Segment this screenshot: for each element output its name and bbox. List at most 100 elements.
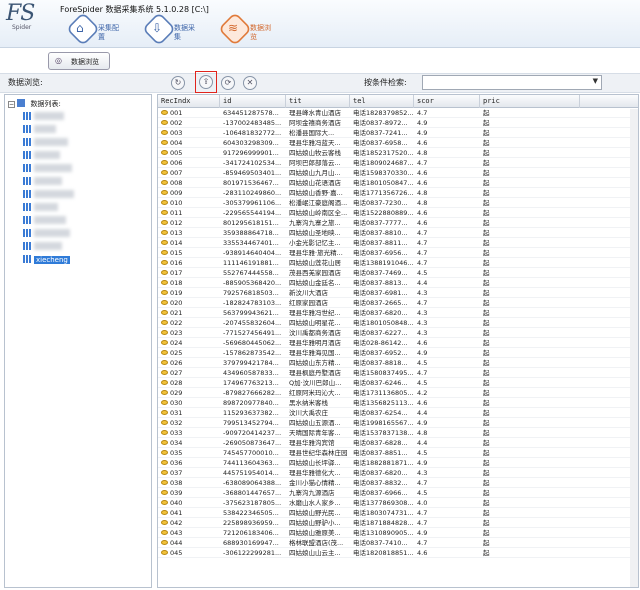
column-header[interactable]: pric <box>480 95 580 108</box>
tree-item[interactable] <box>23 228 70 240</box>
table-row[interactable]: 005 917296999901... 四姑娘山牧云客栈 电话1852317520..… <box>158 148 638 158</box>
table-cell: 起 <box>483 279 490 287</box>
table-row[interactable]: 038 -638089064388... 金川小猫心情精... 电话0837-8832… <box>158 478 638 488</box>
data-browse-tab[interactable]: ◎ 数据浏览 <box>48 52 110 70</box>
table-row[interactable]: 010 -305379961106... 松潘岷江豪庭阁酒... 电话0837-723… <box>158 198 638 208</box>
table-row[interactable]: 020 -182824783103... 红原家园酒店 电话0837-2665... 4… <box>158 298 638 308</box>
table-row[interactable]: 016 111146191881... 四姑娘山莲花山居 电话1388191046..… <box>158 258 638 268</box>
table-cell: 4.9 <box>417 529 428 537</box>
table-row[interactable]: 031 115293637382... 汶川大禹农庄 电话0837-6254... 4.… <box>158 408 638 418</box>
table-row[interactable]: 029 -879827666282... 红原阿米玛沁大... 电话173113680… <box>158 388 638 398</box>
table-row[interactable]: 037 445751954014... 理县华雅德化大... 电话0837-6820.… <box>158 468 638 478</box>
table-cell: 4.3 <box>417 469 428 477</box>
table-cell: 013 <box>158 228 220 238</box>
tree-item[interactable] <box>23 124 56 136</box>
column-header[interactable]: RecIndx <box>158 95 220 108</box>
tree-item[interactable]: xiecheng <box>23 254 70 266</box>
vertical-scrollbar[interactable] <box>630 109 638 587</box>
refresh-icon[interactable]: ↻ <box>171 76 185 90</box>
table-row[interactable]: 023 -771527456491... 汶川禹都商务酒店 电话0837-6227..… <box>158 328 638 338</box>
column-header[interactable]: scor <box>414 95 480 108</box>
table-row[interactable]: 034 -269050873647... 理县华雅沟宾馆 电话0837-6828...… <box>158 438 638 448</box>
table-row[interactable]: 001 634451287578... 理县峰水青山酒店 电话1828379852..… <box>158 108 638 118</box>
table-row[interactable]: 043 721206183406... 四姑娘山雅原美... 电话1310890905… <box>158 528 638 538</box>
collapse-icon[interactable]: − <box>8 101 15 108</box>
table-cell: 4.6 <box>417 219 428 227</box>
export-button[interactable]: ⇪ <box>195 71 217 93</box>
tree-item[interactable] <box>23 202 58 214</box>
table-cell: 792576818503... <box>223 289 279 297</box>
table-cell: -885905368420... <box>223 279 282 287</box>
table-row[interactable]: 032 799513452794... 四姑娘山五源酒... 电话1998165567… <box>158 418 638 428</box>
table-row[interactable]: 036 744113604363... 四姑娘山长坪驿... 电话1882881871… <box>158 458 638 468</box>
table-row[interactable]: 041 538422346505... 四姑娘山野光民... 电话1803074731… <box>158 508 638 518</box>
sync-icon[interactable]: ⟳ <box>221 76 235 90</box>
table-cell: 九寨沟九寨之旅... <box>289 219 341 227</box>
table-row[interactable]: 039 -368801447657... 九寨沟九源酒店 电话0837-6966...… <box>158 488 638 498</box>
table-cell: 4.3 <box>417 319 428 327</box>
browse-button[interactable]: ≋ 数据浏览 <box>218 12 284 46</box>
crawl-button[interactable]: ⇩ 数据采集 <box>142 12 208 46</box>
table-cell: 电话0837-7241... <box>353 129 408 137</box>
tree-item[interactable] <box>23 111 64 123</box>
tree-item[interactable] <box>23 215 66 227</box>
table-row[interactable]: 009 -283110249860... 四姑娘山香野·嘉... 电话17713567… <box>158 188 638 198</box>
tree-item[interactable] <box>23 137 68 149</box>
table-row[interactable]: 045 -306122299281... 四姑娘山山云主... 电话182081885… <box>158 548 638 558</box>
table-cell: 电话1356825113... <box>353 399 414 407</box>
table-cell: 006 <box>158 158 220 168</box>
table-row[interactable]: 008 801971536467... 四姑娘山花语酒店 电话1801050847..… <box>158 178 638 188</box>
table-row[interactable]: 002 -137002483485... 阿坝金禧商务酒店 电话0837-8972..… <box>158 118 638 128</box>
tree-item[interactable] <box>23 189 74 201</box>
table-row[interactable]: 011 -229565544194... 四姑娘山岭南区全... 电话15228808… <box>158 208 638 218</box>
table-cell: 4.6 <box>417 169 428 177</box>
table-row[interactable]: 044 688930169947... 格林联盟酒店(茂... 电话0837-7410… <box>158 538 638 548</box>
table-cell: 电话0837-6966... <box>353 489 408 497</box>
tree-item[interactable] <box>23 241 62 253</box>
tree-item[interactable] <box>23 163 72 175</box>
table-cell: -306122299281... <box>223 549 282 557</box>
table-cell: 电话0837-8832... <box>353 479 408 487</box>
table-row[interactable]: 025 -157862873542... 理县华雅海见国... 电话0837-6952… <box>158 348 638 358</box>
table-row[interactable]: 028 174967763213... Q加·汶川巴郎山... 电话0837-6246… <box>158 378 638 388</box>
column-header[interactable]: id <box>220 95 286 108</box>
record-icon <box>161 360 168 365</box>
tree-item[interactable] <box>23 150 60 162</box>
delete-icon[interactable]: ✕ <box>243 76 257 90</box>
config-button[interactable]: ⌂ 采集配置 <box>66 12 132 46</box>
table-cell: -229565544194... <box>223 209 282 217</box>
table-row[interactable]: 040 -375623187805... 水磨山水人家乡... 电话137786930… <box>158 498 638 508</box>
table-row[interactable]: 019 792576818503... 新汶川大酒店 电话0837-6981... 4.… <box>158 288 638 298</box>
search-dropdown[interactable]: ▼ <box>422 75 602 90</box>
tree-item[interactable] <box>23 176 62 188</box>
table-cell: 225898936959... <box>223 519 279 527</box>
record-icon <box>161 430 168 435</box>
table-row[interactable]: 015 -938914640404... 理县华雅·旅光精... 电话0837-695… <box>158 248 638 258</box>
column-header[interactable]: tit <box>286 95 350 108</box>
table-cell: 040 <box>158 498 220 508</box>
table-row[interactable]: 004 604303298309... 理县华雅冯蓝天... 电话0837-6958.… <box>158 138 638 148</box>
table-row[interactable]: 014 335534467401... 小金光影记忆主... 电话0837-8811.… <box>158 238 638 248</box>
table-row[interactable]: 013 359388864718... 四姑娘山圣地映... 电话0837-8810.… <box>158 228 638 238</box>
table-row[interactable]: 042 225898936959... 四姑娘山野驴小... 电话1871884828… <box>158 518 638 528</box>
table-cell: 起 <box>483 319 490 327</box>
table-cell: 起 <box>483 429 490 437</box>
table-row[interactable]: 018 -885905368420... 四姑娘山金廷名... 电话0837-8813… <box>158 278 638 288</box>
table-cell: 起 <box>483 179 490 187</box>
column-header[interactable]: tel <box>350 95 414 108</box>
table-row[interactable]: 003 -106481832772... 松潘县国际大... 电话0837-7241.… <box>158 128 638 138</box>
table-row[interactable]: 012 801295618151... 九寨沟九寨之旅... 电话0837-7777.… <box>158 218 638 228</box>
table-row[interactable]: 030 898720977840... 黑水纳米客栈 电话1356825113... 4… <box>158 398 638 408</box>
table-row[interactable]: 035 745457700010... 理县世纪华森林庄园 电话0837-8851..… <box>158 448 638 458</box>
table-row[interactable]: 027 434960587833... 理县枫庭丹墅酒店 电话1580837495..… <box>158 368 638 378</box>
table-row[interactable]: 022 -207455832604... 四姑娘山明星花... 电话180105084… <box>158 318 638 328</box>
table-row[interactable]: 026 379799421784... 四姑娘山东方精... 电话0837-8818.… <box>158 358 638 368</box>
table-row[interactable]: 007 -859469503401... 四姑娘山九月山... 电话159837033… <box>158 168 638 178</box>
table-row[interactable]: 033 -909720414237... 天晴国际青年客... 电话153783713… <box>158 428 638 438</box>
chevron-down-icon[interactable]: ▼ <box>593 77 598 85</box>
tree-root[interactable]: − 数据列表: <box>8 98 61 110</box>
table-row[interactable]: 024 -569680445062... 理县华雅明月酒店 电话028-86142..… <box>158 338 638 348</box>
table-row[interactable]: 017 552767444558... 茂县西羌家园酒店 电话0837-7469...… <box>158 268 638 278</box>
table-row[interactable]: 006 -341724102534... 阿坝巴郎部落云... 电话180902468… <box>158 158 638 168</box>
table-row[interactable]: 021 563799943621... 理县华雅冯世纪... 电话0837-6820.… <box>158 308 638 318</box>
